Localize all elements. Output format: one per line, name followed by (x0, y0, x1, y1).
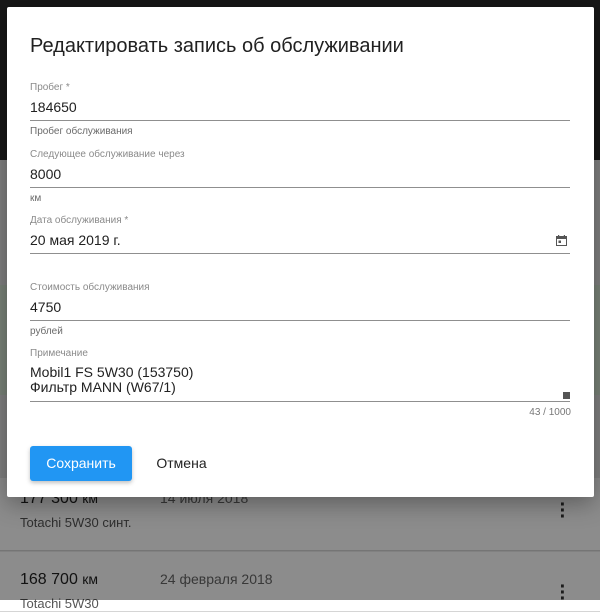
save-button[interactable]: Сохранить (30, 446, 132, 481)
next-service-label: Следующее обслуживание через (30, 149, 185, 160)
note-field: Примечание Mobil1 FS 5W30 (153750) Фильт… (30, 348, 570, 404)
cost-label: Стоимость обслуживания (30, 282, 150, 293)
note-line: Фильтр MANN (W67/1) (30, 379, 176, 395)
note-label: Примечание (30, 348, 88, 359)
note-textarea[interactable]: Mobil1 FS 5W30 (153750) Фильтр MANN (W67… (30, 365, 570, 402)
note-line: Mobil1 FS 5W30 (153750) (30, 364, 194, 380)
note-text: Mobil1 FS 5W30 (153750) Фильтр MANN (W67… (30, 365, 193, 395)
mileage-helper: Пробег обслуживания (30, 126, 133, 137)
cost-helper: рублей (30, 326, 63, 337)
mileage-field: Пробег * 184650 Пробег обслуживания (30, 82, 570, 142)
dialog-title: Редактировать запись об обслуживании (30, 35, 404, 57)
next-service-helper: км (30, 193, 42, 204)
service-date-field: Дата обслуживания * 20 мая 2019 г. (30, 215, 570, 265)
note-char-counter: 43 / 1000 (529, 407, 571, 418)
service-date-label: Дата обслуживания * (30, 215, 129, 226)
service-date-input[interactable]: 20 мая 2019 г. (30, 232, 570, 254)
edit-service-dialog: Редактировать запись об обслуживании Про… (7, 7, 594, 497)
resize-handle-icon[interactable] (563, 392, 570, 399)
cost-field: Стоимость обслуживания 4750 рублей (30, 282, 570, 342)
cancel-button[interactable]: Отмена (144, 446, 219, 481)
cost-input[interactable]: 4750 (30, 299, 570, 321)
service-date-value: 20 мая 2019 г. (30, 232, 121, 248)
next-service-input[interactable]: 8000 (30, 166, 570, 188)
mileage-input[interactable]: 184650 (30, 99, 570, 121)
mileage-label: Пробег * (30, 82, 70, 93)
calendar-icon[interactable] (556, 235, 567, 246)
next-service-field: Следующее обслуживание через 8000 км (30, 149, 570, 209)
